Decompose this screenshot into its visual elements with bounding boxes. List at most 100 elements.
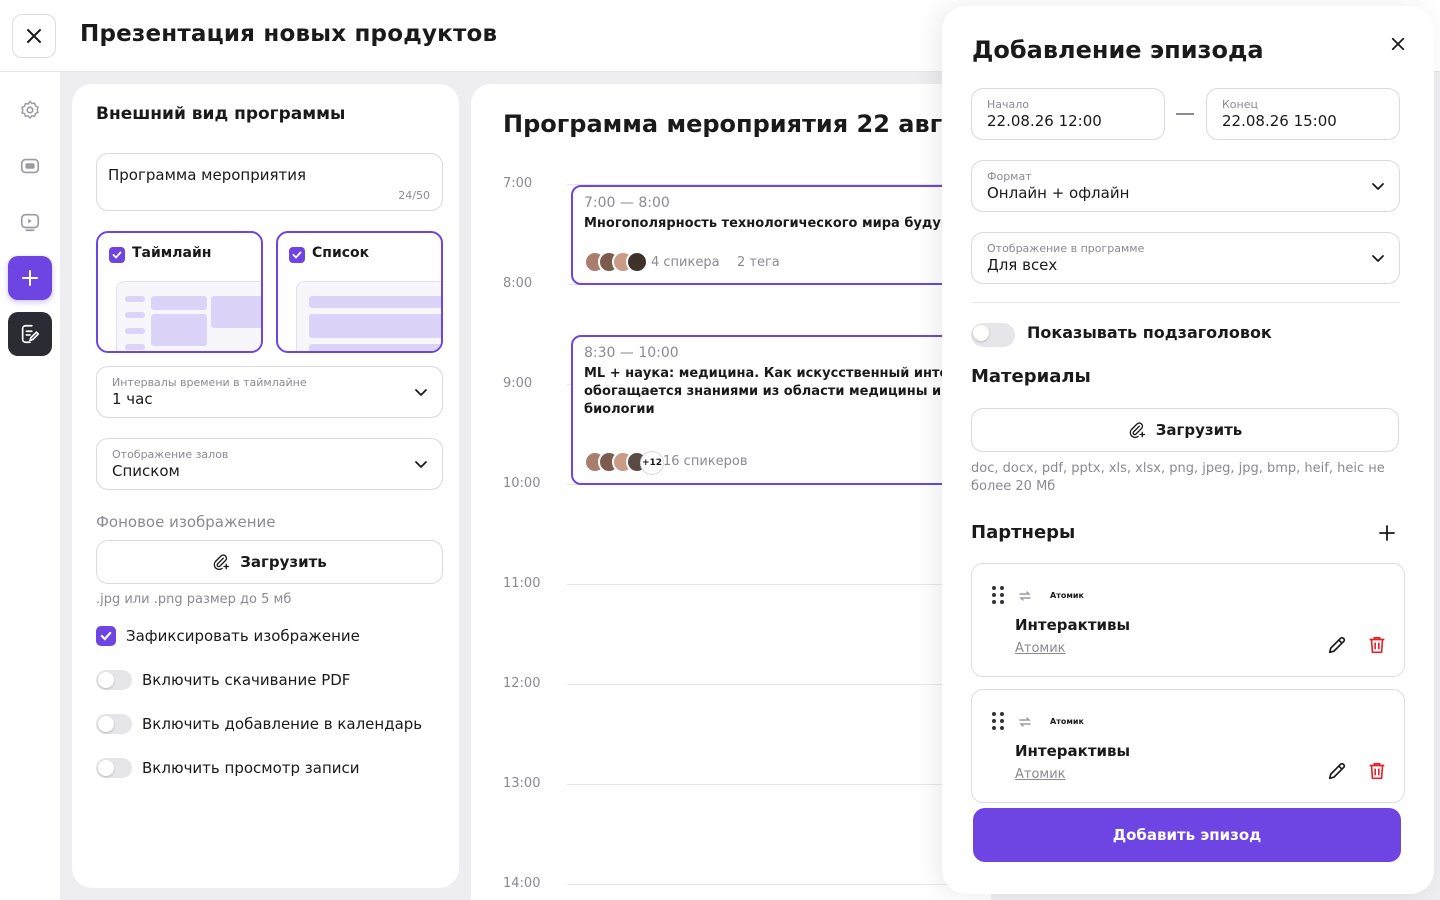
event-time: 7:00 — 8:00 bbox=[584, 195, 670, 211]
add-episode-button[interactable]: Добавить эпизод bbox=[973, 808, 1401, 862]
panel-title: Добавление эпизода bbox=[972, 36, 1264, 64]
add-partner-button[interactable] bbox=[1378, 524, 1396, 542]
pencil-icon[interactable] bbox=[1326, 634, 1348, 656]
video-icon bbox=[20, 213, 40, 232]
close-icon bbox=[1391, 37, 1405, 51]
program-name-counter: 24/50 bbox=[398, 189, 430, 202]
event-speakers-count: 16 спикеров bbox=[663, 454, 748, 469]
speaker-avatars: +12 bbox=[584, 451, 664, 475]
program-name-value: Программа мероприятия bbox=[108, 166, 307, 184]
avatar bbox=[626, 251, 648, 273]
background-upload-label: Загрузить bbox=[240, 553, 327, 571]
plus-icon bbox=[1379, 525, 1395, 541]
sidebar-edit-program-button[interactable] bbox=[8, 312, 52, 356]
drag-handle-icon[interactable] bbox=[992, 586, 1004, 604]
interval-select[interactable]: Интервалы времени в таймлайне 1 час bbox=[96, 366, 443, 418]
partner-link[interactable]: Атомик bbox=[1015, 641, 1066, 656]
format-value: Онлайн + офлайн bbox=[987, 184, 1130, 202]
speaker-avatars bbox=[584, 251, 648, 273]
view-option-timeline[interactable]: Таймлайн bbox=[96, 231, 263, 353]
paperclip-upload-icon bbox=[213, 554, 230, 571]
partner-name: Интерактивы bbox=[1015, 616, 1131, 634]
hour-label: 13:00 bbox=[503, 776, 541, 791]
partner-card[interactable]: Атомик Интерактивы Атомик bbox=[971, 689, 1405, 803]
timeline-checkbox[interactable] bbox=[109, 247, 125, 263]
hour-label: 10:00 bbox=[503, 476, 541, 491]
start-datetime-field[interactable]: Начало 22.08.26 12:00 bbox=[971, 88, 1165, 140]
drag-handle-icon[interactable] bbox=[992, 712, 1004, 730]
check-icon bbox=[100, 631, 112, 641]
halls-label: Отображение залов bbox=[112, 448, 229, 461]
check-icon bbox=[112, 251, 122, 259]
event-title: Многополярность технологического мира бу… bbox=[584, 216, 980, 231]
chevron-down-icon bbox=[415, 389, 427, 396]
gear-icon bbox=[21, 100, 39, 119]
event-card[interactable]: 8:30 — 10:00 ML + наука: медицина. Как и… bbox=[571, 335, 991, 485]
partners-title: Партнеры bbox=[971, 522, 1076, 543]
materials-upload-button[interactable]: Загрузить bbox=[971, 408, 1399, 452]
materials-title: Материалы bbox=[971, 366, 1091, 387]
event-time: 8:30 — 10:00 bbox=[584, 345, 679, 361]
visibility-label: Отображение в программе bbox=[987, 242, 1145, 255]
list-preview bbox=[296, 281, 441, 351]
sidebar-screen-button[interactable] bbox=[8, 144, 52, 188]
interval-value: 1 час bbox=[112, 390, 153, 408]
chevron-down-icon bbox=[1372, 183, 1384, 190]
end-datetime-field[interactable]: Конец 22.08.26 15:00 bbox=[1206, 88, 1400, 140]
event-speakers-count: 4 спикера bbox=[651, 255, 720, 270]
background-upload-button[interactable]: Загрузить bbox=[96, 540, 443, 584]
recording-toggle[interactable] bbox=[96, 758, 132, 778]
sidebar-add-button[interactable] bbox=[8, 256, 52, 300]
pdf-download-toggle[interactable] bbox=[96, 670, 132, 690]
calendar-label: Включить добавление в календарь bbox=[142, 715, 423, 733]
event-tags-count: 2 тега bbox=[737, 255, 780, 270]
partner-link[interactable]: Атомик bbox=[1015, 767, 1066, 782]
program-name-field[interactable]: Программа мероприятия 24/50 bbox=[96, 153, 443, 211]
interval-label: Интервалы времени в таймлайне bbox=[112, 376, 307, 389]
sidebar-video-button[interactable] bbox=[8, 200, 52, 244]
partner-logo: Атомик bbox=[1050, 591, 1084, 600]
hour-gridline bbox=[567, 784, 991, 785]
view-option-list[interactable]: Список bbox=[276, 231, 443, 353]
swap-icon bbox=[1019, 717, 1031, 727]
edit-document-icon bbox=[21, 324, 40, 344]
end-label: Конец bbox=[1222, 98, 1258, 111]
trash-icon[interactable] bbox=[1366, 634, 1388, 656]
partner-name: Интерактивы bbox=[1015, 742, 1131, 760]
panel-close-button[interactable] bbox=[1386, 32, 1410, 56]
event-card[interactable]: 7:00 — 8:00 Многополярность технологичес… bbox=[571, 185, 991, 285]
halls-select[interactable]: Отображение залов Списком bbox=[96, 438, 443, 490]
close-button[interactable] bbox=[12, 14, 56, 58]
format-select[interactable]: Формат Онлайн + офлайн bbox=[971, 160, 1400, 212]
program-title: Программа мероприятия 22 авгу bbox=[503, 110, 958, 138]
program-timeline-card: Программа мероприятия 22 авгу 7:00 8:00 … bbox=[471, 84, 991, 900]
pencil-icon[interactable] bbox=[1326, 760, 1348, 782]
start-value: 22.08.26 12:00 bbox=[987, 112, 1102, 130]
sidebar-settings-button[interactable] bbox=[8, 88, 52, 132]
hour-label: 12:00 bbox=[503, 676, 541, 691]
hour-label: 8:00 bbox=[503, 276, 533, 291]
hour-label: 11:00 bbox=[503, 576, 541, 591]
fix-image-checkbox[interactable] bbox=[96, 626, 116, 646]
add-episode-panel: Добавление эпизода Начало 22.08.26 12:00… bbox=[942, 6, 1434, 894]
timeline-label: Таймлайн bbox=[132, 245, 212, 261]
visibility-select[interactable]: Отображение в программе Для всех bbox=[971, 232, 1400, 284]
materials-upload-label: Загрузить bbox=[1155, 421, 1243, 439]
format-label: Формат bbox=[987, 170, 1032, 183]
partner-card[interactable]: Атомик Интерактивы Атомик bbox=[971, 563, 1405, 677]
event-title: ML + наука: медицина. Как искусственный … bbox=[584, 366, 991, 417]
paperclip-upload-icon bbox=[1129, 422, 1145, 439]
check-icon bbox=[292, 251, 302, 259]
background-upload-hint: .jpg или .png размер до 5 мб bbox=[96, 592, 292, 607]
subtitle-toggle[interactable] bbox=[971, 323, 1015, 347]
list-checkbox[interactable] bbox=[289, 247, 305, 263]
plus-icon bbox=[22, 270, 38, 286]
fix-image-label: Зафиксировать изображение bbox=[126, 627, 360, 645]
hour-label: 9:00 bbox=[503, 376, 533, 391]
close-icon bbox=[27, 29, 41, 43]
page-title: Презентация новых продуктов bbox=[80, 21, 498, 47]
trash-icon[interactable] bbox=[1366, 760, 1388, 782]
start-label: Начало bbox=[987, 98, 1030, 111]
range-dash bbox=[1176, 113, 1194, 115]
calendar-toggle[interactable] bbox=[96, 714, 132, 734]
